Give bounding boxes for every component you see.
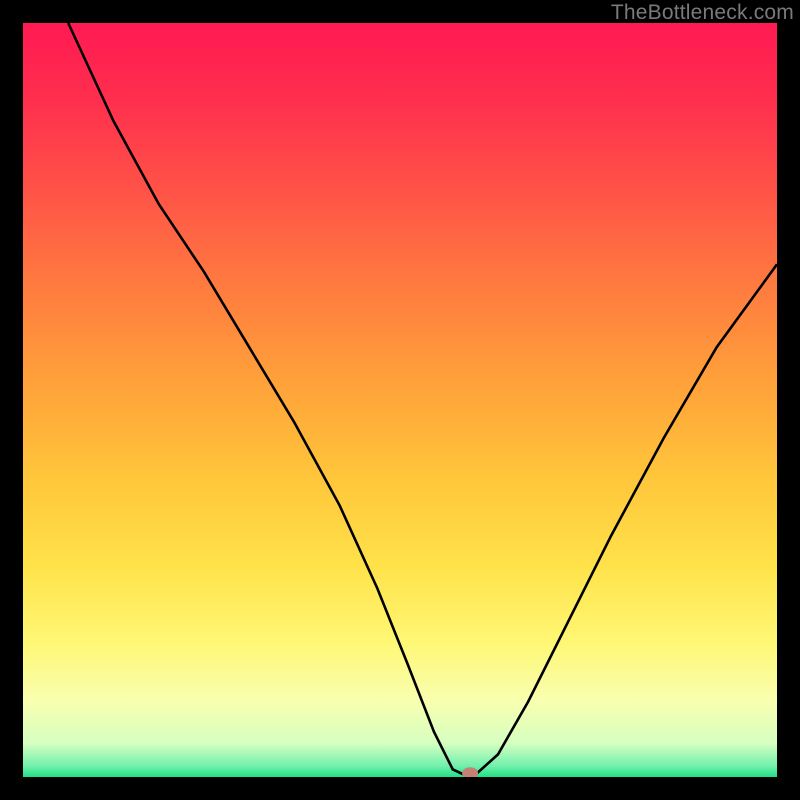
minimum-marker xyxy=(462,767,478,777)
chart-frame: TheBottleneck.com xyxy=(0,0,800,800)
plot-area xyxy=(23,23,777,777)
watermark-text: TheBottleneck.com xyxy=(611,1,794,25)
bottleneck-curve xyxy=(68,23,777,775)
curve-layer xyxy=(23,23,777,777)
